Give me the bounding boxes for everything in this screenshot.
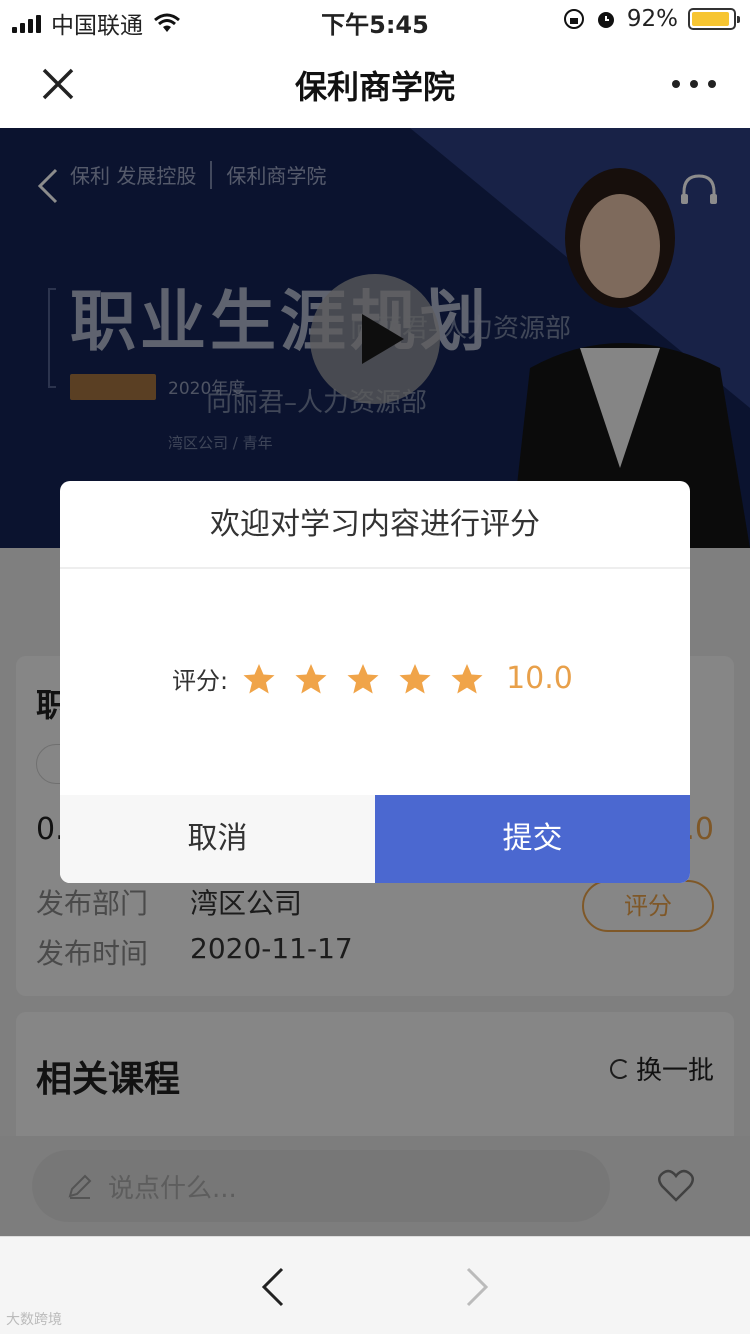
browser-forward-icon[interactable]	[462, 1265, 492, 1309]
submit-button[interactable]: 提交	[375, 795, 690, 883]
rating-label: 评分:	[172, 667, 229, 695]
star-icon[interactable]	[450, 662, 484, 696]
browser-toolbar: 大数跨境	[0, 1236, 750, 1334]
star-icon[interactable]	[242, 662, 276, 696]
star-icon[interactable]	[346, 662, 380, 696]
nav-bar: 保利商学院	[0, 40, 750, 128]
battery-icon	[688, 8, 740, 30]
rating-dialog: 欢迎对学习内容进行评分 评分: 10.0 取消 提交	[60, 481, 690, 883]
status-bar: 中国联通 下午5:45 92%	[0, 0, 750, 40]
star-icon[interactable]	[294, 662, 328, 696]
rotation-lock-icon	[563, 9, 584, 29]
browser-back-icon[interactable]	[258, 1265, 288, 1309]
rating-value: 10.0	[506, 661, 573, 696]
dialog-buttons: 取消 提交	[60, 795, 690, 883]
page-title: 保利商学院	[294, 68, 455, 106]
star-icon[interactable]	[398, 662, 432, 696]
rating-row: 评分: 10.0	[172, 661, 573, 696]
alarm-icon	[597, 12, 614, 28]
star-rating[interactable]	[242, 662, 502, 696]
battery-percent: 92%	[626, 6, 678, 32]
dialog-title: 欢迎对学习内容进行评分	[60, 481, 690, 569]
battery-fill	[692, 12, 729, 26]
footer-watermark: 大数跨境	[6, 1312, 62, 1328]
more-icon[interactable]	[672, 70, 716, 98]
cancel-button[interactable]: 取消	[60, 795, 375, 883]
